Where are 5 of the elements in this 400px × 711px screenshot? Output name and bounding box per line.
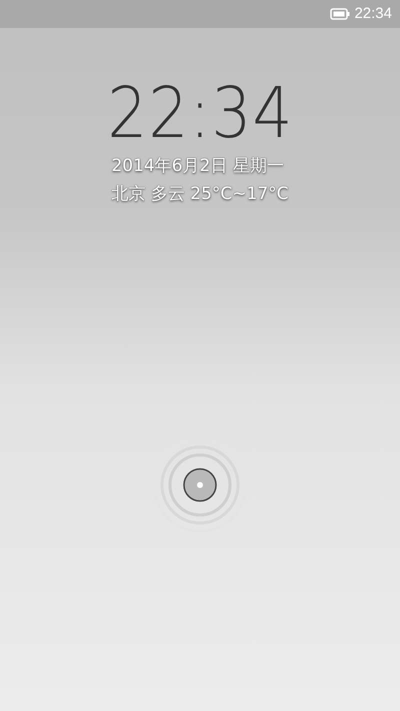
clock-time: 22:34 — [106, 78, 294, 148]
weather-text: 北京 多云 25°C~17°C — [111, 184, 289, 205]
status-time: 22:34 — [354, 4, 392, 24]
date-text: 2014年6月2日 星期一 — [111, 156, 284, 176]
battery-icon — [330, 8, 350, 20]
